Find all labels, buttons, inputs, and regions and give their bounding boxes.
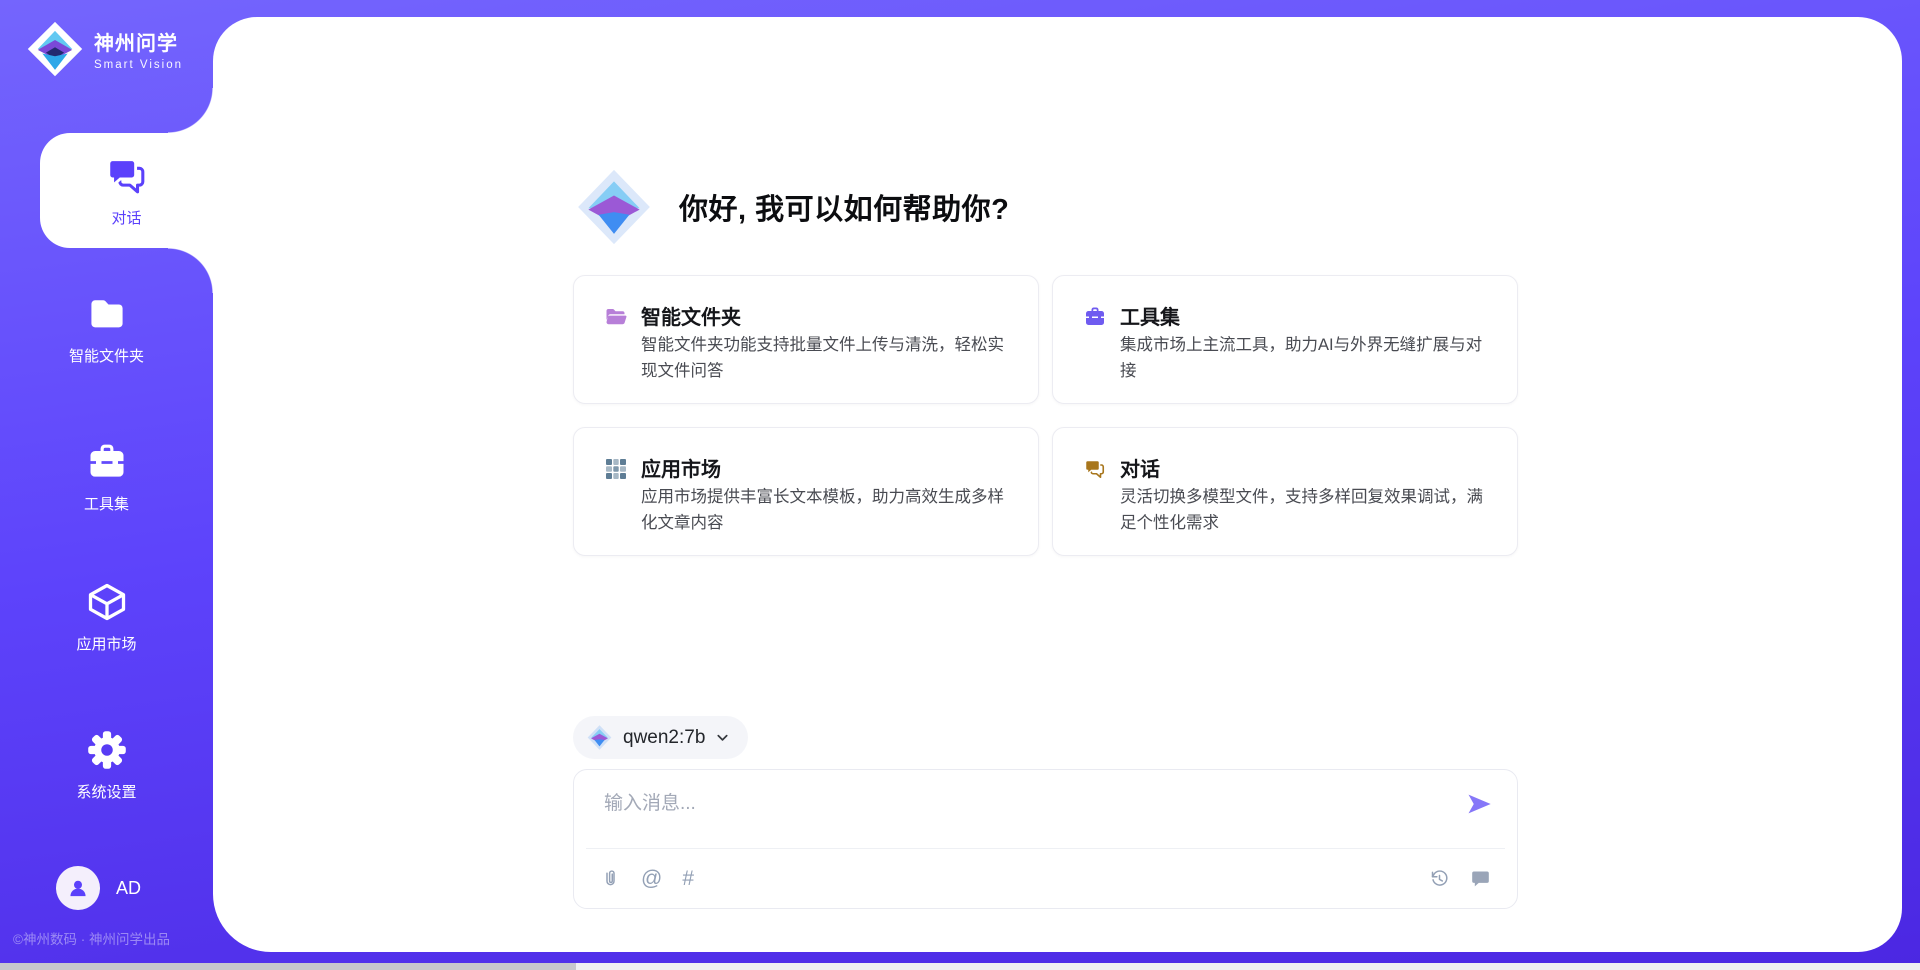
- sidebar-item-smart-folder[interactable]: 智能文件夹: [0, 292, 213, 366]
- sidebar-item-chat[interactable]: 对话: [40, 133, 213, 248]
- message-input[interactable]: [574, 770, 1424, 842]
- card-title: 智能文件夹: [641, 301, 741, 330]
- greeting-title: 你好, 我可以如何帮助你?: [679, 186, 1009, 228]
- brand-diamond-icon: [26, 20, 84, 78]
- brand-logo-block: 神州问学 Smart Vision: [26, 20, 183, 78]
- sidebar-item-label: 工具集: [84, 493, 129, 514]
- hashtag-icon[interactable]: #: [682, 868, 694, 889]
- brand-name-cn: 神州问学: [94, 27, 183, 56]
- assistant-diamond-icon: [573, 165, 655, 249]
- card-toolset[interactable]: 工具集 集成市场上主流工具，助力AI与外界无缝扩展与对接: [1052, 275, 1518, 404]
- card-title: 工具集: [1120, 301, 1180, 330]
- user-initials: AD: [116, 878, 141, 899]
- sidebar-item-label: 系统设置: [76, 781, 136, 802]
- model-diamond-icon: [586, 724, 613, 751]
- chevron-down-icon: [715, 730, 730, 745]
- scrollbar-thumb[interactable]: [0, 963, 576, 970]
- greeting-row: 你好, 我可以如何帮助你?: [573, 165, 1009, 249]
- sidebar-item-label: 对话: [111, 207, 141, 228]
- chat-icon: [104, 153, 150, 199]
- cube-icon: [85, 580, 129, 624]
- brand-text: 神州问学 Smart Vision: [94, 27, 183, 71]
- mention-icon[interactable]: @: [641, 868, 662, 889]
- copyright-footer: ©神州数码 · 神州问学出品: [13, 928, 170, 948]
- card-description: 应用市场提供丰富长文本模板，助力高效生成多样化文章内容: [641, 485, 1014, 536]
- card-chat[interactable]: 对话 灵活切换多模型文件，支持多样回复效果调试，满足个性化需求: [1052, 427, 1518, 556]
- card-title: 对话: [1120, 453, 1160, 482]
- gear-icon: [85, 728, 129, 772]
- person-icon: [65, 875, 91, 901]
- user-profile[interactable]: AD: [56, 866, 141, 910]
- card-description: 灵活切换多模型文件，支持多样回复效果调试，满足个性化需求: [1120, 485, 1493, 536]
- card-app-market[interactable]: 应用市场 应用市场提供丰富长文本模板，助力高效生成多样化文章内容: [573, 427, 1039, 556]
- model-name: qwen2:7b: [623, 727, 705, 749]
- model-selector[interactable]: qwen2:7b: [573, 716, 748, 759]
- sidebar-item-label: 应用市场: [76, 633, 136, 654]
- sidebar-item-settings[interactable]: 系统设置: [0, 728, 213, 802]
- card-smart-folder[interactable]: 智能文件夹 智能文件夹功能支持批量文件上传与清洗，轻松实现文件问答: [573, 275, 1039, 404]
- history-icon[interactable]: [1429, 868, 1450, 889]
- card-description: 智能文件夹功能支持批量文件上传与清洗，轻松实现文件问答: [641, 333, 1014, 384]
- send-icon[interactable]: [1465, 790, 1493, 818]
- toolbar-left: @ #: [600, 868, 694, 889]
- brand-name-en: Smart Vision: [94, 59, 183, 71]
- sidebar-item-toolset[interactable]: 工具集: [0, 440, 213, 514]
- composer-toolbar: @ #: [586, 848, 1505, 908]
- main-panel: 你好, 我可以如何帮助你? 智能文件夹 智能文件夹功能支持批量文件上传与清洗，轻…: [213, 17, 1902, 952]
- conversations-icon[interactable]: [1470, 868, 1491, 889]
- folder-open-icon: [604, 305, 628, 329]
- sidebar-item-app-market[interactable]: 应用市场: [0, 580, 213, 654]
- app-root: 神州问学 Smart Vision 对话 智能文件夹: [0, 0, 1920, 970]
- attachment-icon[interactable]: [600, 868, 621, 889]
- toolbox-icon: [85, 440, 129, 484]
- sidebar: 神州问学 Smart Vision 对话 智能文件夹: [0, 0, 213, 963]
- chat-icon: [1083, 457, 1107, 481]
- feature-cards: 智能文件夹 智能文件夹功能支持批量文件上传与清洗，轻松实现文件问答 工具集 集成…: [573, 275, 1518, 556]
- card-title: 应用市场: [641, 453, 721, 482]
- message-composer: @ #: [573, 769, 1518, 909]
- avatar: [56, 866, 100, 910]
- card-description: 集成市场上主流工具，助力AI与外界无缝扩展与对接: [1120, 333, 1493, 384]
- grid-icon: [604, 457, 628, 481]
- toolbar-right: [1429, 868, 1491, 889]
- horizontal-scrollbar[interactable]: [0, 963, 1920, 970]
- toolbox-icon: [1083, 305, 1107, 329]
- folder-icon: [85, 292, 129, 336]
- sidebar-item-label: 智能文件夹: [69, 345, 144, 366]
